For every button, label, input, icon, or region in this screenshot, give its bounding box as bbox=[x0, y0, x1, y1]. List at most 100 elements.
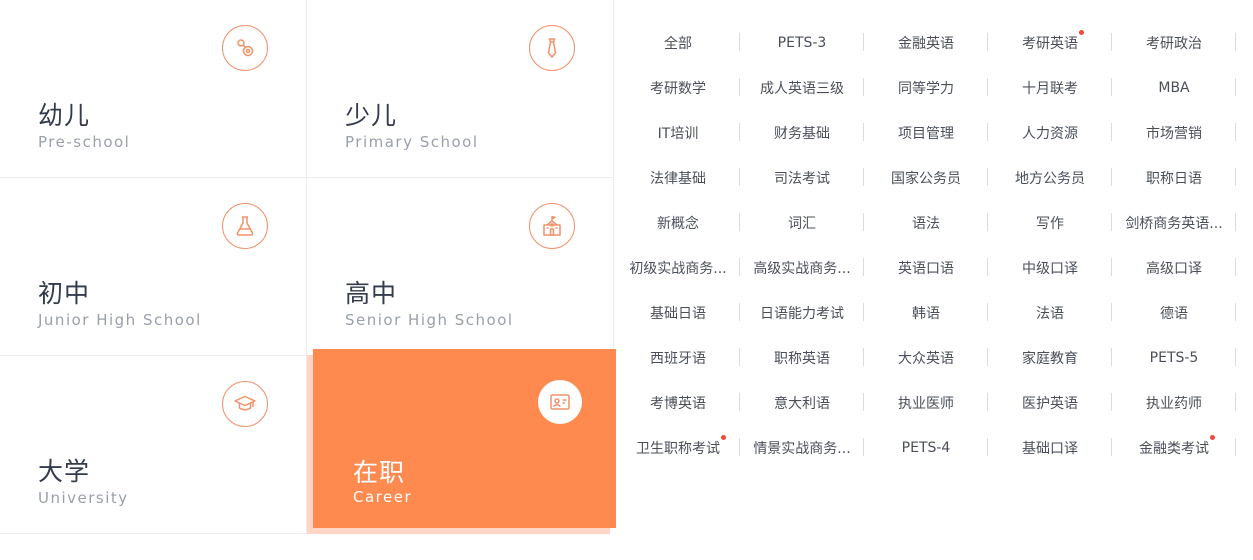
subject-tag[interactable]: PETS-3 bbox=[740, 20, 864, 65]
subject-tag[interactable]: PETS-5 bbox=[1112, 335, 1236, 380]
category-subtitle: Pre-school bbox=[38, 133, 131, 151]
subject-tag-label: 项目管理 bbox=[898, 125, 954, 142]
subject-tag-label: 大众英语 bbox=[898, 350, 954, 367]
subject-tag[interactable]: 高级口译 bbox=[1112, 245, 1236, 290]
subject-tag[interactable]: 剑桥商务英语... bbox=[1112, 200, 1236, 245]
subject-tag[interactable]: 考博英语 bbox=[616, 380, 740, 425]
subject-tag-label: 金融英语 bbox=[898, 35, 954, 52]
subject-tag[interactable]: 执业药师 bbox=[1112, 380, 1236, 425]
subject-tag-label: 高级实战商务... bbox=[753, 260, 851, 277]
subject-tag-label: 全部 bbox=[664, 35, 692, 52]
subject-tag[interactable]: 地方公务员 bbox=[988, 155, 1112, 200]
subject-tag[interactable]: 初级实战商务... bbox=[616, 245, 740, 290]
subject-tag[interactable]: 写作 bbox=[988, 200, 1112, 245]
subject-tag[interactable]: 职称英语 bbox=[740, 335, 864, 380]
subject-tag[interactable]: MBA bbox=[1112, 65, 1236, 110]
subject-tag[interactable]: 同等学力 bbox=[864, 65, 988, 110]
new-indicator-dot bbox=[721, 435, 726, 440]
subject-tag[interactable]: 司法考试 bbox=[740, 155, 864, 200]
subject-tag[interactable]: 人力资源 bbox=[988, 110, 1112, 155]
subject-tag[interactable]: 德语 bbox=[1112, 290, 1236, 335]
subject-tag-label: 职称日语 bbox=[1146, 170, 1202, 187]
category-subtitle: Career bbox=[353, 488, 413, 506]
subject-tag[interactable]: 市场营销 bbox=[1112, 110, 1236, 155]
pacifier-icon bbox=[222, 25, 268, 71]
subject-tag[interactable]: 韩语 bbox=[864, 290, 988, 335]
subject-tag[interactable]: 法律基础 bbox=[616, 155, 740, 200]
subject-tag[interactable]: 执业医师 bbox=[864, 380, 988, 425]
subject-tag-label: 成人英语三级 bbox=[760, 80, 844, 97]
subject-tag-label: 市场营销 bbox=[1146, 125, 1202, 142]
subject-tag-label: 情景实战商务... bbox=[753, 440, 851, 457]
subject-tag[interactable]: 基础日语 bbox=[616, 290, 740, 335]
category-tile-junior-high[interactable]: 初中 Junior High School bbox=[0, 178, 307, 356]
subject-tag-label: 考研政治 bbox=[1146, 35, 1202, 52]
subject-tag[interactable]: 职称日语 bbox=[1112, 155, 1236, 200]
subject-tag[interactable]: 国家公务员 bbox=[864, 155, 988, 200]
subject-tag-label: 家庭教育 bbox=[1022, 350, 1078, 367]
subject-tag-label: 法律基础 bbox=[650, 170, 706, 187]
category-title: 高中 bbox=[345, 279, 398, 308]
subject-tag[interactable]: 语法 bbox=[864, 200, 988, 245]
subject-tag-label: 日语能力考试 bbox=[760, 305, 844, 322]
subject-tag[interactable]: 意大利语 bbox=[740, 380, 864, 425]
flask-icon bbox=[222, 203, 268, 249]
subject-tag[interactable]: 中级口译 bbox=[988, 245, 1112, 290]
subject-tag-label: 金融类考试 bbox=[1139, 440, 1209, 457]
subject-tag[interactable]: 基础口译 bbox=[988, 425, 1112, 470]
subject-tag[interactable]: 十月联考 bbox=[988, 65, 1112, 110]
subject-tag-label: 同等学力 bbox=[898, 80, 954, 97]
subject-tag[interactable]: IT培训 bbox=[616, 110, 740, 155]
graduation-cap-icon bbox=[222, 381, 268, 427]
category-tile-preschool[interactable]: 幼儿 Pre-school bbox=[0, 0, 307, 178]
category-subtitle: University bbox=[38, 489, 129, 507]
subject-tag[interactable]: 家庭教育 bbox=[988, 335, 1112, 380]
subject-tag-label: PETS-5 bbox=[1149, 349, 1199, 366]
subject-tag-label: 语法 bbox=[912, 215, 940, 232]
subject-tag-label: 基础口译 bbox=[1022, 440, 1078, 457]
subject-tag-label: 财务基础 bbox=[774, 125, 830, 142]
subject-tag-label: 韩语 bbox=[912, 305, 940, 322]
id-card-icon bbox=[538, 380, 582, 424]
subject-tag[interactable]: 财务基础 bbox=[740, 110, 864, 155]
subject-tag-label: 初级实战商务... bbox=[629, 260, 727, 277]
subject-tag[interactable]: 考研政治 bbox=[1112, 20, 1236, 65]
subject-tag[interactable]: 考研英语 bbox=[988, 20, 1112, 65]
subject-tag-label: 剑桥商务英语... bbox=[1125, 215, 1223, 232]
category-tile-senior-high[interactable]: 高中 Senior High School bbox=[307, 178, 614, 356]
subject-tag[interactable]: 项目管理 bbox=[864, 110, 988, 155]
subject-tag[interactable]: 成人英语三级 bbox=[740, 65, 864, 110]
new-indicator-dot bbox=[1210, 435, 1215, 440]
category-title: 初中 bbox=[38, 279, 91, 308]
subject-tag-label: 基础日语 bbox=[650, 305, 706, 322]
subject-tag[interactable]: 英语口语 bbox=[864, 245, 988, 290]
subject-tag[interactable]: 情景实战商务... bbox=[740, 425, 864, 470]
subject-tag[interactable]: 金融英语 bbox=[864, 20, 988, 65]
subject-tag-label: 英语口语 bbox=[898, 260, 954, 277]
category-tiles: 幼儿 Pre-school 少儿 Primary School 初中 Junio… bbox=[0, 0, 616, 536]
category-tile-university[interactable]: 大学 University bbox=[0, 356, 307, 534]
subject-tag[interactable]: 大众英语 bbox=[864, 335, 988, 380]
subject-tag-label: 医护英语 bbox=[1022, 395, 1078, 412]
subject-tag[interactable]: 西班牙语 bbox=[616, 335, 740, 380]
category-tile-career[interactable]: 在职 Career bbox=[313, 349, 616, 528]
subject-tag[interactable]: 金融类考试 bbox=[1112, 425, 1236, 470]
subject-tag[interactable]: 词汇 bbox=[740, 200, 864, 245]
subject-tag[interactable]: 日语能力考试 bbox=[740, 290, 864, 335]
subject-tag-label: MBA bbox=[1158, 79, 1190, 96]
subject-tag-label: 考研数学 bbox=[650, 80, 706, 97]
subject-tag[interactable]: 法语 bbox=[988, 290, 1112, 335]
subject-tag-label: 高级口译 bbox=[1146, 260, 1202, 277]
subject-tag[interactable]: 全部 bbox=[616, 20, 740, 65]
subject-tag[interactable]: 新概念 bbox=[616, 200, 740, 245]
subject-tag[interactable]: 医护英语 bbox=[988, 380, 1112, 425]
subject-tag-label: PETS-4 bbox=[901, 439, 951, 456]
category-tile-primary[interactable]: 少儿 Primary School bbox=[307, 0, 614, 178]
subject-tag[interactable]: 卫生职称考试 bbox=[616, 425, 740, 470]
subject-tag-label: 法语 bbox=[1036, 305, 1064, 322]
subject-tag[interactable]: 高级实战商务... bbox=[740, 245, 864, 290]
subject-tag-label: 职称英语 bbox=[774, 350, 830, 367]
subject-tag[interactable]: 考研数学 bbox=[616, 65, 740, 110]
new-indicator-dot bbox=[1079, 30, 1084, 35]
subject-tag[interactable]: PETS-4 bbox=[864, 425, 988, 470]
